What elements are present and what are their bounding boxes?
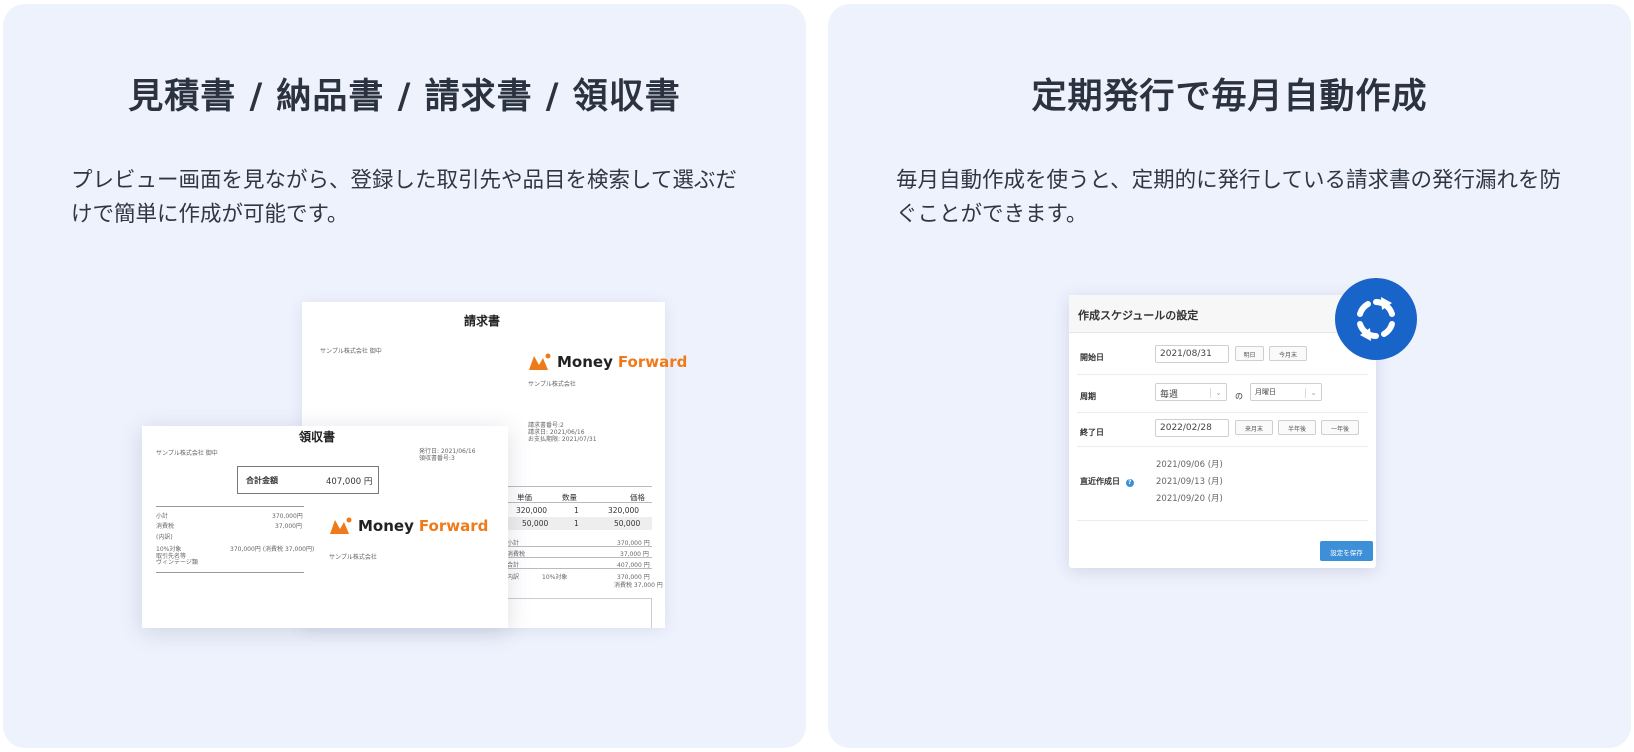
divider — [1077, 520, 1368, 521]
sync-badge — [1335, 278, 1417, 360]
chevron-down-icon: ⌄ — [1210, 388, 1222, 398]
upcoming-dates-label: 直近作成日 ? — [1080, 476, 1134, 487]
invoice-title: 請求書 — [464, 314, 501, 328]
schedule-header: 作成スケジュールの設定 — [1069, 295, 1376, 333]
help-icon[interactable]: ? — [1125, 479, 1134, 487]
upcoming-date: 2021/09/20 (月) — [1156, 494, 1223, 504]
receipt-line-label: 消費税 — [156, 523, 175, 530]
divider — [507, 568, 652, 569]
divider — [502, 486, 652, 487]
divider — [1077, 412, 1368, 413]
receipt-meta-number: 領収書番号:3 — [419, 455, 455, 462]
logo-forward-text: Forward — [617, 353, 688, 371]
half-year-button[interactable]: 半年後 — [1278, 420, 1316, 435]
notes-box — [507, 598, 652, 628]
divider — [156, 506, 304, 507]
receipt-line-value: 37,000円 — [275, 523, 302, 530]
end-of-month-button[interactable]: 今月末 — [1269, 346, 1307, 361]
tomorrow-button[interactable]: 明日 — [1235, 346, 1264, 361]
upcoming-date: 2021/09/13 (月) — [1156, 477, 1223, 487]
table-cell: 320,000 — [516, 506, 548, 515]
logo-money-text: Money — [358, 517, 414, 535]
logo-money-text: Money — [557, 353, 613, 371]
table-cell: 50,000 — [522, 519, 549, 528]
receipt-client: サンプル株式会社 御中 — [156, 450, 218, 457]
weekday-select[interactable]: 月曜日 ⌄ — [1250, 383, 1322, 401]
logo-forward-text: Forward — [418, 517, 489, 535]
receipt-total-box: 合計金額 407,000 円 — [237, 466, 379, 494]
receipt-line-value: 370,000円 — [272, 513, 303, 520]
save-settings-button[interactable]: 設定を保存 — [1320, 541, 1373, 561]
tax-sub: 消費税 37,000 円 — [614, 582, 663, 589]
table-cell: 320,000 — [608, 506, 640, 515]
cycle-connector: の — [1235, 392, 1243, 401]
invoice-meta-due: お支払期限: 2021/07/31 — [528, 436, 597, 443]
upcoming-dates-label-text: 直近作成日 — [1080, 477, 1120, 486]
card-title: 定期発行で毎月自動作成 — [1031, 77, 1428, 117]
divider — [156, 572, 304, 573]
upcoming-date: 2021/09/06 (月) — [1156, 460, 1223, 470]
start-date-input[interactable]: 2021/08/31 — [1155, 345, 1229, 363]
invoice-client: サンプル株式会社 御中 — [320, 348, 382, 355]
tax-label: 内訳 — [507, 574, 520, 581]
schedule-settings-panel: 作成スケジュールの設定 開始日 2021/08/31 明日 今月末 周期 毎週 … — [1069, 295, 1376, 568]
divider — [1077, 374, 1368, 375]
table-cell: 1 — [574, 519, 579, 528]
divider — [507, 557, 652, 558]
divider — [1077, 446, 1368, 447]
sync-icon — [1357, 297, 1395, 341]
end-date-input[interactable]: 2022/02/28 — [1155, 419, 1229, 437]
divider — [502, 502, 652, 503]
end-date-label: 終了日 — [1080, 428, 1104, 437]
card-description: プレビュー画面を見ながら、登録した取引先や品目を検索して選ぶだけで簡単に作成が可… — [71, 168, 737, 227]
chevron-down-icon: ⌄ — [1305, 388, 1317, 398]
cycle-label: 周期 — [1080, 392, 1096, 401]
money-forward-logo: Money Forward — [528, 352, 687, 372]
receipt-note: ヴィンテージ類 — [156, 559, 198, 566]
money-forward-logo-icon — [330, 517, 352, 534]
tax-rate: 10%対象 — [542, 574, 568, 581]
total-value: 407,000 円 — [326, 477, 373, 487]
next-month-end-button[interactable]: 来月末 — [1235, 420, 1273, 435]
receipt-preview: 領収書 サンプル株式会社 御中 発行日: 2021/06/16 領収書番号:3 … — [142, 426, 508, 628]
one-year-button[interactable]: 一年後 — [1321, 420, 1359, 435]
start-date-label: 開始日 — [1080, 353, 1104, 362]
total-label: 合計金額 — [246, 476, 278, 485]
receipt-company: サンプル株式会社 — [329, 554, 377, 561]
receipt-breakdown-value: 370,000円 (消費税 37,000円) — [230, 546, 315, 553]
table-cell: 1 — [574, 506, 579, 515]
receipt-line-label: 小計 — [156, 513, 169, 520]
receipt-title: 領収書 — [299, 430, 336, 444]
divider — [507, 546, 652, 547]
table-cell: 50,000 — [614, 519, 641, 528]
receipt-line-label: (内訳) — [156, 534, 173, 541]
money-forward-logo-icon — [529, 353, 551, 370]
schedule-title: 作成スケジュールの設定 — [1078, 309, 1199, 322]
card-description: 毎月自動作成を使うと、定期的に発行している請求書の発行漏れを防ぐことができます。 — [896, 168, 1561, 227]
money-forward-logo: Money Forward — [329, 516, 488, 536]
cycle-select[interactable]: 毎週 ⌄ — [1155, 383, 1227, 401]
weekday-select-value: 月曜日 — [1255, 388, 1276, 396]
card-title: 見積書 / 納品書 / 請求書 / 領収書 — [128, 77, 681, 117]
invoice-company: サンプル株式会社 — [528, 381, 576, 388]
cycle-select-value: 毎週 — [1160, 390, 1179, 400]
